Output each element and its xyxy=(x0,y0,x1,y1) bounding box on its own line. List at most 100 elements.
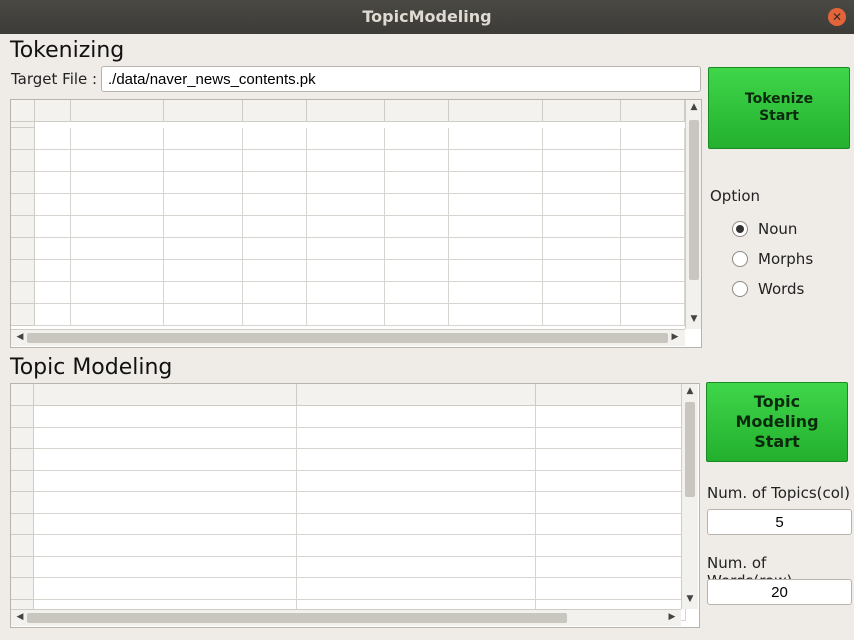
table-cell[interactable] xyxy=(449,304,543,326)
table-cell[interactable] xyxy=(297,470,536,492)
table-cell[interactable] xyxy=(164,194,243,216)
table-cell[interactable] xyxy=(621,282,685,304)
option-radio-morphs[interactable]: Morphs xyxy=(732,250,813,268)
table-cell[interactable] xyxy=(243,150,307,172)
scrollbar-thumb[interactable] xyxy=(27,333,668,343)
column-header[interactable] xyxy=(536,384,686,406)
close-icon[interactable]: ✕ xyxy=(828,8,846,26)
table-cell[interactable] xyxy=(35,304,71,326)
scroll-left-icon[interactable]: ◀ xyxy=(13,332,27,342)
scrollbar-thumb[interactable] xyxy=(689,120,699,280)
table-cell[interactable] xyxy=(71,128,164,150)
table-cell[interactable] xyxy=(35,238,71,260)
table-cell[interactable] xyxy=(243,260,307,282)
table-cell[interactable] xyxy=(621,304,685,326)
table-cell[interactable] xyxy=(536,406,686,428)
table-cell[interactable] xyxy=(71,172,164,194)
option-radio-words[interactable]: Words xyxy=(732,280,804,298)
table-cell[interactable] xyxy=(297,449,536,471)
table-cell[interactable] xyxy=(307,282,385,304)
table-cell[interactable] xyxy=(449,238,543,260)
table-cell[interactable] xyxy=(243,282,307,304)
table-cell[interactable] xyxy=(307,260,385,282)
table-cell[interactable] xyxy=(297,427,536,449)
option-radio-noun[interactable]: Noun xyxy=(732,220,797,238)
table-cell[interactable] xyxy=(307,304,385,326)
table-cell[interactable] xyxy=(449,282,543,304)
table-cell[interactable] xyxy=(34,449,297,471)
table-cell[interactable] xyxy=(71,260,164,282)
table-cell[interactable] xyxy=(297,556,536,578)
table-cell[interactable] xyxy=(297,578,536,600)
table-cell[interactable] xyxy=(385,282,449,304)
scroll-right-icon[interactable]: ▶ xyxy=(668,332,682,342)
scroll-right-icon[interactable]: ▶ xyxy=(665,612,679,622)
table-cell[interactable] xyxy=(34,556,297,578)
table-cell[interactable] xyxy=(543,216,621,238)
table-cell[interactable] xyxy=(543,304,621,326)
table-cell[interactable] xyxy=(543,128,621,150)
table-cell[interactable] xyxy=(307,150,385,172)
column-header[interactable] xyxy=(297,384,536,406)
table-cell[interactable] xyxy=(449,194,543,216)
tokens-table[interactable]: ▲ ▼ ◀ ▶ xyxy=(10,99,702,348)
vertical-scrollbar[interactable]: ▲ ▼ xyxy=(685,100,701,329)
table-cell[interactable] xyxy=(35,260,71,282)
table-cell[interactable] xyxy=(297,492,536,514)
table-cell[interactable] xyxy=(536,470,686,492)
topic-modeling-start-button[interactable]: Topic Modeling Start xyxy=(706,382,848,462)
table-cell[interactable] xyxy=(164,216,243,238)
table-cell[interactable] xyxy=(385,238,449,260)
table-cell[interactable] xyxy=(543,194,621,216)
table-cell[interactable] xyxy=(621,194,685,216)
table-cell[interactable] xyxy=(621,238,685,260)
table-cell[interactable] xyxy=(71,304,164,326)
table-cell[interactable] xyxy=(621,260,685,282)
table-cell[interactable] xyxy=(71,194,164,216)
table-cell[interactable] xyxy=(35,172,71,194)
table-cell[interactable] xyxy=(307,216,385,238)
column-header[interactable] xyxy=(385,100,449,122)
table-cell[interactable] xyxy=(543,260,621,282)
table-cell[interactable] xyxy=(297,513,536,535)
table-cell[interactable] xyxy=(164,282,243,304)
column-header[interactable] xyxy=(71,100,164,122)
table-cell[interactable] xyxy=(71,238,164,260)
table-cell[interactable] xyxy=(297,406,536,428)
table-cell[interactable] xyxy=(307,172,385,194)
table-cell[interactable] xyxy=(164,304,243,326)
table-cell[interactable] xyxy=(243,238,307,260)
num-topics-input[interactable] xyxy=(707,509,852,535)
column-header[interactable] xyxy=(164,100,243,122)
table-cell[interactable] xyxy=(243,172,307,194)
tokenize-start-button[interactable]: Tokenize Start xyxy=(708,67,850,149)
table-cell[interactable] xyxy=(35,216,71,238)
table-cell[interactable] xyxy=(35,194,71,216)
table-cell[interactable] xyxy=(164,238,243,260)
table-cell[interactable] xyxy=(164,150,243,172)
table-cell[interactable] xyxy=(449,172,543,194)
table-cell[interactable] xyxy=(34,470,297,492)
table-cell[interactable] xyxy=(34,513,297,535)
table-cell[interactable] xyxy=(385,216,449,238)
table-cell[interactable] xyxy=(164,172,243,194)
table-cell[interactable] xyxy=(536,556,686,578)
table-cell[interactable] xyxy=(621,216,685,238)
table-cell[interactable] xyxy=(297,535,536,557)
table-cell[interactable] xyxy=(385,150,449,172)
table-cell[interactable] xyxy=(35,282,71,304)
table-cell[interactable] xyxy=(449,216,543,238)
column-header[interactable] xyxy=(449,100,543,122)
table-cell[interactable] xyxy=(243,194,307,216)
topics-table[interactable]: ▲ ▼ ◀ ▶ xyxy=(10,383,700,628)
table-cell[interactable] xyxy=(621,128,685,150)
table-cell[interactable] xyxy=(543,282,621,304)
table-cell[interactable] xyxy=(34,427,297,449)
table-cell[interactable] xyxy=(536,578,686,600)
table-cell[interactable] xyxy=(536,449,686,471)
table-cell[interactable] xyxy=(307,194,385,216)
column-header[interactable] xyxy=(243,100,307,122)
table-cell[interactable] xyxy=(536,535,686,557)
table-cell[interactable] xyxy=(164,260,243,282)
column-header[interactable] xyxy=(307,100,385,122)
